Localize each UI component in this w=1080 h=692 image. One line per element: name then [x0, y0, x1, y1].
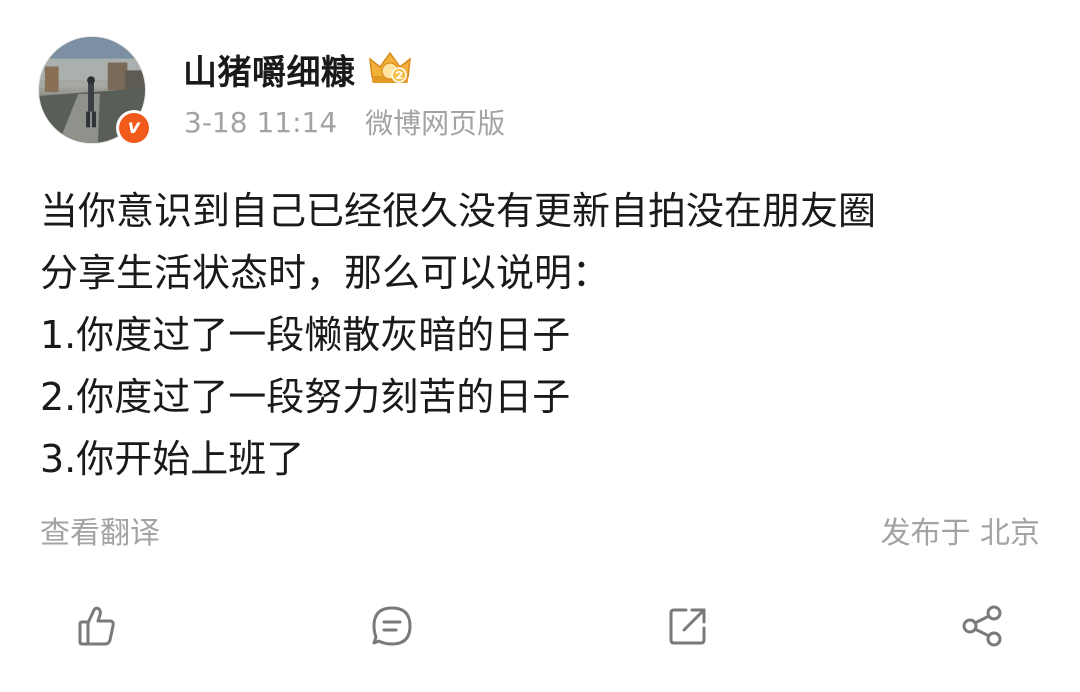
post-meta: 3-18 11:14 微博网页版 [184, 102, 505, 142]
content-line: 当你意识到自己已经很久没有更新自拍没在朋友圈 [40, 189, 877, 233]
translate-link[interactable]: 查看翻译 [40, 508, 160, 552]
repost-button[interactable] [658, 596, 718, 656]
comment-icon [372, 606, 412, 646]
content-line: 3.你开始上班了 [40, 437, 305, 481]
crown-level-icon[interactable] [366, 49, 414, 89]
post-time: 3-18 11:14 [184, 105, 338, 139]
weibo-post: v 山猪嚼细糠 3-18 11:14 微博网页版 当你意识到自己已经很久没有更新… [0, 0, 1080, 692]
share-button[interactable] [952, 596, 1012, 656]
content-line: 分享生活状态时，那么可以说明： [40, 251, 611, 295]
post-header: v 山猪嚼细糠 3-18 11:14 微博网页版 [38, 36, 1038, 148]
like-button[interactable] [66, 596, 126, 656]
post-content: 当你意识到自己已经很久没有更新自拍没在朋友圈 分享生活状态时，那么可以说明： 1… [40, 180, 1050, 490]
content-line: 1.你度过了一段懒散灰暗的日子 [40, 313, 571, 357]
action-bar [0, 596, 1080, 656]
comment-button[interactable] [362, 596, 422, 656]
verified-badge-icon: v [116, 110, 152, 146]
share-icon [962, 605, 1002, 647]
post-source[interactable]: 微博网页版 [365, 102, 505, 142]
post-location: 发布于 北京 [880, 516, 1040, 551]
author-name[interactable]: 山猪嚼细糠 [183, 45, 356, 94]
post-info-row: 查看翻译 发布于 北京 [40, 508, 1040, 552]
username-row: 山猪嚼细糠 [183, 44, 414, 94]
repost-icon [669, 608, 706, 645]
content-line: 2.你度过了一段努力刻苦的日子 [40, 375, 571, 419]
thumbs-up-icon [78, 606, 115, 646]
